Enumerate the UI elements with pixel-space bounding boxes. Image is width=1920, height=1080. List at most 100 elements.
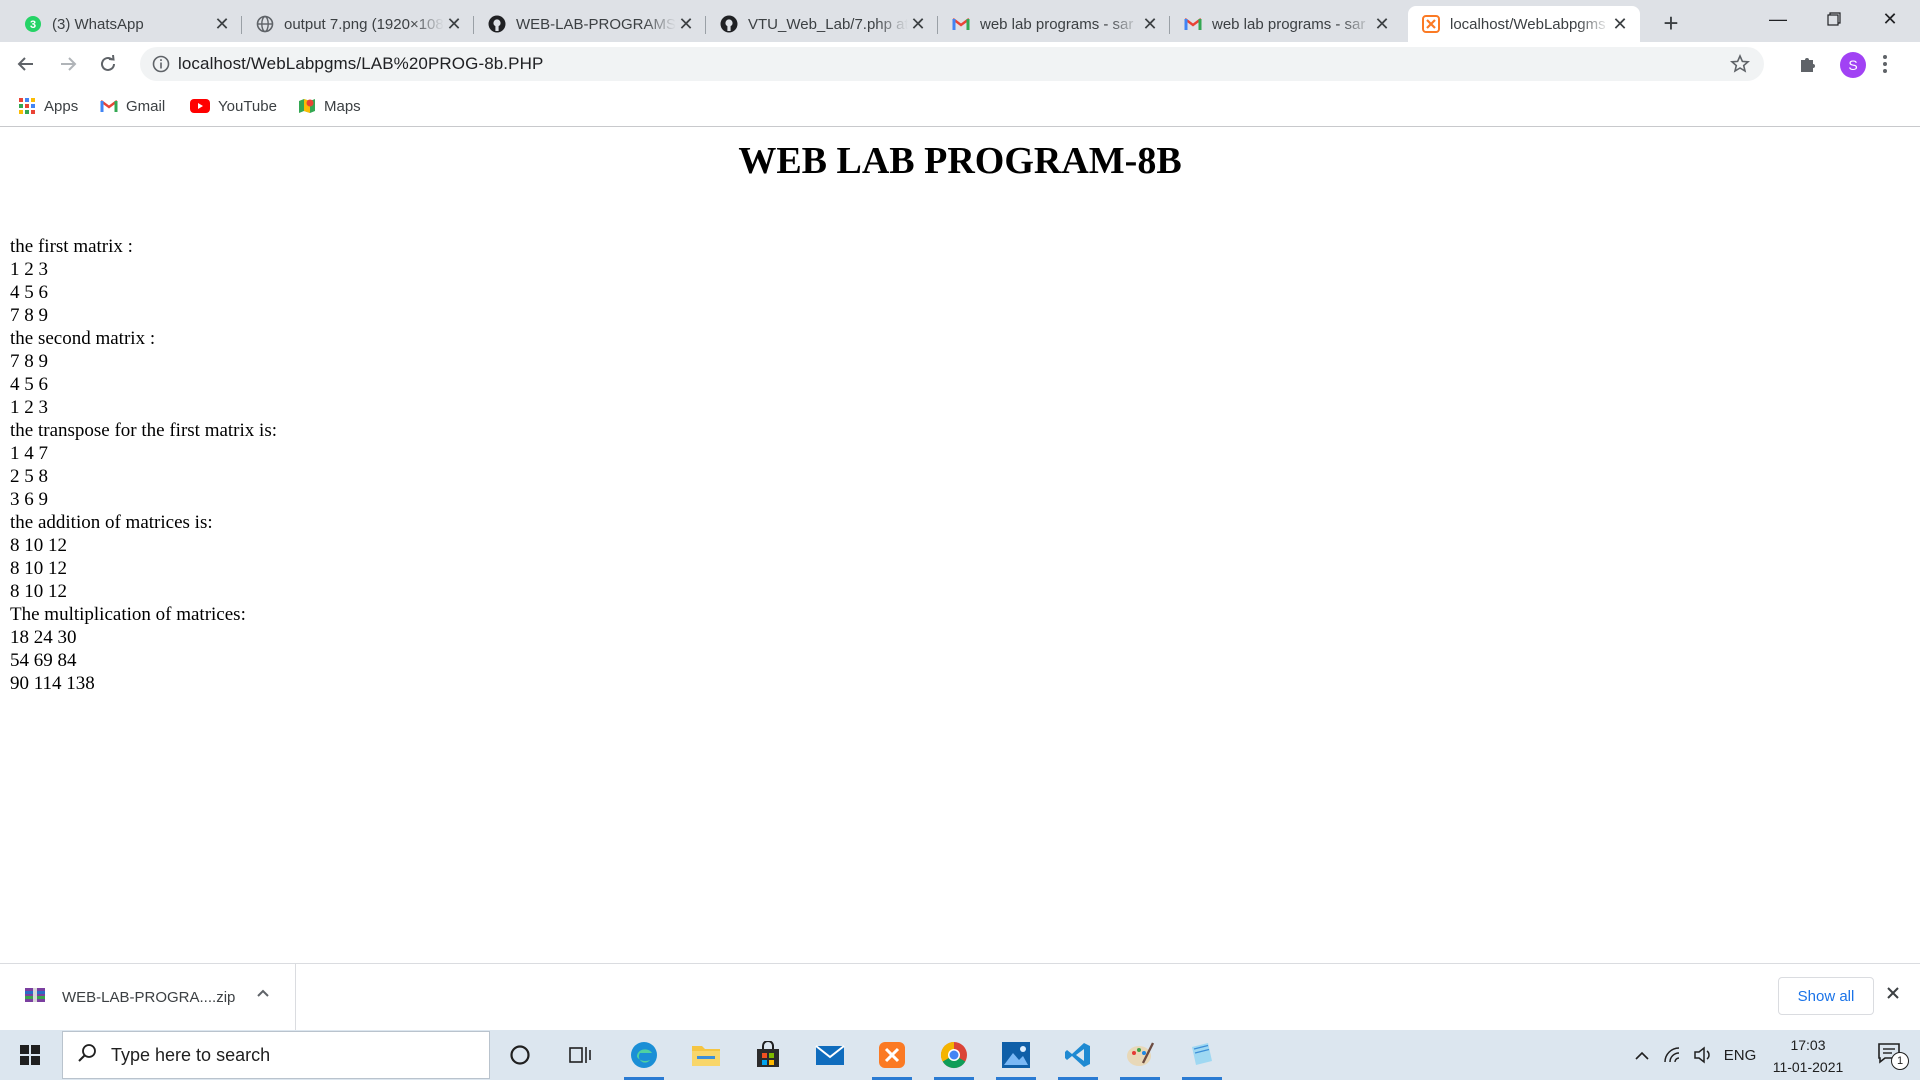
store-bag-icon [757, 1041, 779, 1067]
cortana-circle-icon [510, 1045, 530, 1065]
close-icon[interactable]: ✕ [908, 14, 928, 34]
apps-grid-icon [19, 98, 35, 114]
start-button[interactable] [0, 1030, 60, 1080]
back-button[interactable] [10, 48, 42, 80]
forward-arrow-icon [61, 57, 77, 71]
output-line: 7 8 9 [10, 305, 48, 326]
task-view-icon [569, 1047, 591, 1063]
tab-gmail-1[interactable]: web lab programs - sar ✕ [938, 6, 1170, 42]
reload-icon [101, 55, 115, 71]
profile-avatar[interactable]: S [1840, 52, 1866, 78]
tab-title: (3) WhatsApp [52, 15, 144, 33]
windows-logo-icon [20, 1045, 40, 1065]
taskbar-file-explorer[interactable] [678, 1030, 734, 1080]
close-icon[interactable]: ✕ [676, 14, 696, 34]
output-line: 4 5 6 [10, 374, 48, 395]
taskbar-xampp[interactable] [864, 1030, 920, 1080]
chevron-up-icon[interactable] [256, 986, 270, 1005]
bookmark-youtube[interactable]: YouTube [190, 94, 277, 118]
tab-output-png[interactable]: output 7.png (1920×1080) ✕ [242, 6, 474, 42]
notepad-icon [1192, 1043, 1212, 1065]
tab-github-vtu[interactable]: VTU_Web_Lab/7.php at ✕ [706, 6, 938, 42]
bookmark-apps[interactable]: Apps [18, 94, 78, 118]
bookmark-star-icon[interactable] [1730, 54, 1750, 79]
tab-github-web-lab[interactable]: WEB-LAB-PROGRAMS/ ✕ [474, 6, 706, 42]
program-output: the first matrix : 1 2 3 4 5 6 7 8 9 the… [10, 235, 277, 695]
network-icon[interactable] [1660, 1030, 1686, 1080]
tab-whatsapp[interactable]: 3 (3) WhatsApp ✕ [10, 6, 242, 42]
output-line: the addition of matrices is: [10, 512, 213, 533]
output-line: 1 2 3 [10, 397, 48, 418]
notification-count-badge: 1 [1891, 1052, 1909, 1070]
tab-title: WEB-LAB-PROGRAMS/ [516, 15, 676, 33]
url-text[interactable]: localhost/WebLabpgms/LAB%20PROG-8b.PHP [178, 54, 543, 74]
restore-icon[interactable] [1806, 0, 1862, 38]
cortana-button[interactable] [492, 1030, 548, 1080]
taskbar-store[interactable] [740, 1030, 796, 1080]
bookmark-label: Gmail [126, 97, 166, 115]
download-filename: WEB-LAB-PROGRA....zip [62, 988, 236, 1006]
whatsapp-icon: 3 [24, 15, 42, 33]
output-line: 2 5 8 [10, 466, 48, 487]
bookmark-gmail[interactable]: Gmail [100, 94, 165, 118]
github-icon [488, 15, 506, 33]
extensions-puzzle-icon[interactable] [1798, 54, 1818, 79]
output-line: The multiplication of matrices: [10, 604, 246, 625]
info-icon[interactable] [152, 55, 170, 78]
chevron-up-icon [1635, 1051, 1649, 1060]
close-icon[interactable]: ✕ [444, 14, 464, 34]
bookmark-maps[interactable]: Maps [298, 94, 361, 118]
output-line: the second matrix : [10, 328, 156, 349]
tab-title: output 7.png (1920×1080) [284, 15, 444, 33]
mail-icon [815, 1045, 845, 1065]
close-icon[interactable]: ✕ [212, 14, 232, 34]
output-line: 1 4 7 [10, 443, 48, 464]
page-title: WEB LAB PROGRAM-8B [738, 140, 1182, 182]
search-placeholder: Type here to search [111, 1044, 271, 1065]
close-icon[interactable]: ✕ [1610, 14, 1630, 34]
xampp-icon [879, 1042, 905, 1068]
show-all-button[interactable]: Show all [1778, 977, 1874, 1015]
window-close-icon[interactable]: ✕ [1862, 0, 1918, 38]
minimize-icon[interactable]: — [1750, 0, 1806, 38]
bookmark-label: Apps [44, 97, 79, 115]
volume-icon[interactable] [1690, 1030, 1716, 1080]
show-hidden-icons-chevron[interactable] [1630, 1030, 1654, 1080]
bookmarks-bar: Apps Gmail YouTube Maps [0, 86, 1920, 127]
close-icon[interactable]: ✕ [1372, 14, 1392, 34]
taskbar-photos[interactable] [988, 1030, 1044, 1080]
tab-gmail-2[interactable]: web lab programs - sar ✕ [1170, 6, 1402, 42]
page-content: WEB LAB PROGRAM-8B the first matrix : 1 … [0, 127, 1920, 963]
output-line: 18 24 30 [10, 627, 77, 648]
task-view-button[interactable] [552, 1030, 608, 1080]
clock-date: 11-01-2021 [1772, 1059, 1844, 1075]
taskbar-edge[interactable] [616, 1030, 672, 1080]
language-indicator[interactable]: ENG [1722, 1030, 1758, 1080]
taskbar-chrome[interactable] [926, 1030, 982, 1080]
download-item[interactable]: WEB-LAB-PROGRA....zip [0, 964, 296, 1030]
notification-center-button[interactable]: 1 [1866, 1030, 1916, 1080]
taskbar-mail[interactable] [802, 1030, 858, 1080]
reload-button[interactable] [92, 48, 124, 80]
globe-icon [256, 15, 274, 33]
close-icon[interactable]: ✕ [1140, 14, 1160, 34]
forward-button[interactable] [52, 48, 84, 80]
output-line: 90 114 138 [10, 673, 95, 694]
close-icon[interactable] [1886, 986, 1900, 1005]
new-tab-button[interactable]: + [1656, 8, 1686, 38]
output-line: 1 2 3 [10, 259, 48, 280]
download-shelf: WEB-LAB-PROGRA....zip Show all [0, 963, 1920, 1030]
address-bar[interactable]: localhost/WebLabpgms/LAB%20PROG-8b.PHP [140, 47, 1764, 81]
taskbar-search-box[interactable]: Type here to search [62, 1031, 490, 1079]
gmail-icon [100, 100, 118, 112]
youtube-icon [190, 99, 210, 113]
output-line: the transpose for the first matrix is: [10, 420, 277, 441]
taskbar-paint[interactable] [1112, 1030, 1168, 1080]
tab-localhost[interactable]: localhost/WebLabpgms ✕ [1408, 6, 1640, 42]
more-options-icon[interactable] [1882, 54, 1888, 79]
taskbar-clock[interactable]: 17:03 11-01-2021 [1760, 1034, 1856, 1078]
tab-title: VTU_Web_Lab/7.php at [748, 15, 908, 33]
taskbar-notepad[interactable] [1174, 1030, 1230, 1080]
taskbar-vscode[interactable] [1050, 1030, 1106, 1080]
xampp-icon [1422, 15, 1440, 33]
